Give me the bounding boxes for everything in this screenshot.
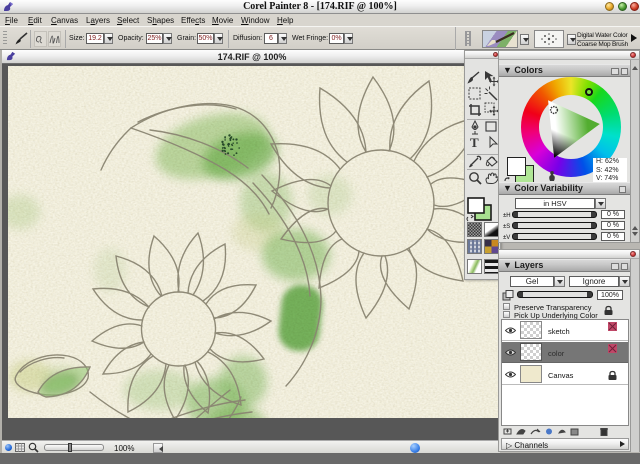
svg-text:T: T: [470, 135, 479, 150]
